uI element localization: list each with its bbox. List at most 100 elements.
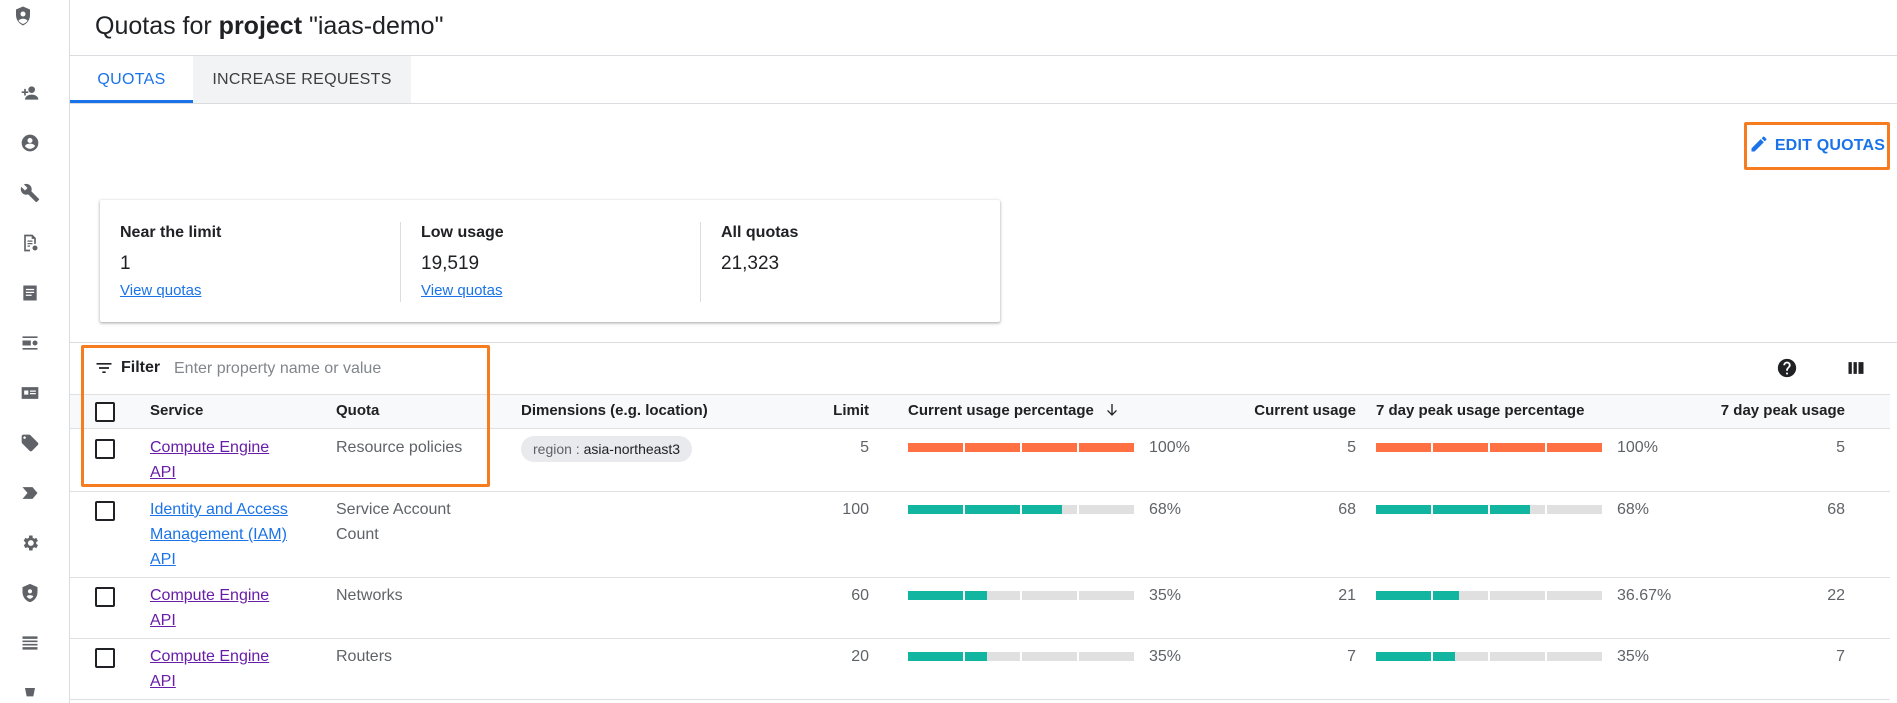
select-all-checkbox[interactable] (95, 402, 115, 422)
page-title: Quotas for project "iaas-demo" (95, 12, 443, 41)
tag-icon[interactable] (20, 433, 40, 453)
pencil-icon (1749, 134, 1769, 159)
dimension-value: asia-northeast3 (583, 441, 681, 457)
service-link[interactable]: API (150, 460, 176, 485)
col-quota[interactable]: Quota (336, 402, 379, 419)
col-dimensions[interactable]: Dimensions (e.g. location) (521, 402, 708, 419)
service-cell: Compute Engine API (150, 583, 269, 633)
peak-usage-value: 22 (1827, 587, 1845, 604)
label-arrow-icon[interactable] (20, 483, 40, 503)
column-display-icon[interactable] (1846, 358, 1866, 378)
more-icon[interactable] (20, 683, 40, 703)
table-header: Service Quota Dimensions (e.g. location)… (70, 394, 1890, 429)
tab-quotas[interactable]: QUOTAS (70, 56, 193, 103)
stat-label: Low usage (421, 224, 504, 241)
quota-name: Networks (336, 587, 403, 604)
security-shield-icon[interactable] (20, 583, 40, 603)
quota-name: Count (336, 526, 379, 543)
col-current-usage[interactable]: Current usage (1170, 402, 1356, 419)
col-limit[interactable]: Limit (770, 402, 869, 419)
peak-usage-value: 5 (1836, 439, 1845, 456)
service-link[interactable]: Management (IAM) (150, 522, 287, 547)
stat-all-quotas: All quotas 21,323 (700, 222, 998, 302)
view-quotas-link[interactable]: View quotas (421, 282, 502, 299)
row-checkbox[interactable] (95, 648, 115, 668)
service-link[interactable]: API (150, 608, 176, 633)
col-7-day-peak-usage[interactable]: 7 day peak usage (1620, 402, 1845, 419)
limit-value: 60 (851, 587, 869, 604)
peak-usage-value: 68 (1827, 501, 1845, 518)
quota-name: Service Account (336, 501, 451, 518)
quota-cell: Routers (336, 644, 392, 669)
stat-low-usage: Low usage 19,519 View quotas (400, 222, 698, 302)
table-row: Compute Engine API Resource policies region… (70, 430, 1890, 492)
left-nav-rail (0, 0, 70, 703)
stat-value: 21,323 (721, 253, 780, 274)
quota-name: Resource policies (336, 439, 463, 456)
current-usage-value: 68 (1338, 501, 1356, 518)
stat-value: 19,519 (421, 253, 480, 274)
audit-document-icon[interactable] (20, 233, 40, 253)
row-checkbox[interactable] (95, 501, 115, 521)
help-icon[interactable] (1776, 357, 1798, 379)
gear-icon[interactable] (20, 533, 40, 553)
quota-cell: Networks (336, 583, 403, 608)
limit-value: 20 (851, 648, 869, 665)
quota-summary-card: Near the limit 1 View quotas Low usage 1… (100, 200, 1000, 322)
view-quotas-link[interactable]: View quotas (120, 282, 201, 299)
limit-value: 5 (860, 439, 869, 456)
row-checkbox[interactable] (95, 587, 115, 607)
tab-increase-requests[interactable]: INCREASE REQUESTS (193, 56, 411, 103)
filter-label: Filter (121, 359, 161, 376)
table-row: Compute Engine API Networks 60 35% 21 36.67% 22 (70, 578, 1890, 639)
edit-quotas-label: EDIT QUOTAS (1774, 137, 1886, 154)
service-cell: Compute Engine API (150, 644, 269, 694)
peak-usage-bar (1376, 591, 1602, 600)
list-settings-icon[interactable] (20, 333, 40, 353)
service-cell: Identity and Access Management (IAM) API (150, 497, 288, 572)
filter-icon[interactable] (94, 358, 114, 378)
table-rows-icon[interactable] (20, 633, 40, 653)
col-current-usage-percentage-label: Current usage percentage (908, 402, 1094, 419)
stat-near-limit: Near the limit 1 View quotas (100, 222, 398, 302)
service-link[interactable]: Compute Engine (150, 583, 269, 608)
iam-shield-logo[interactable] (13, 6, 47, 46)
service-link[interactable]: Compute Engine (150, 435, 269, 460)
col-service[interactable]: Service (150, 402, 203, 419)
service-link[interactable]: Identity and Access (150, 497, 288, 522)
sort-descending-icon[interactable] (1104, 402, 1120, 418)
tab-bar: QUOTAS INCREASE REQUESTS (70, 56, 1897, 104)
dimension-key: region : (533, 441, 584, 457)
dimension-chip[interactable]: region : asia-northeast3 (521, 436, 693, 462)
current-usage-value: 5 (1347, 439, 1356, 456)
title-suffix: "iaas-demo" (302, 12, 444, 40)
wrench-icon[interactable] (20, 183, 40, 203)
filter-input[interactable] (174, 351, 524, 387)
account-circle-icon[interactable] (20, 133, 40, 153)
add-person-icon[interactable] (20, 83, 40, 103)
peak-usage-value: 7 (1836, 648, 1845, 665)
col-current-usage-percentage[interactable]: Current usage percentage (908, 402, 1120, 419)
table-row: Identity and Access Management (IAM) API Se… (70, 492, 1890, 578)
service-link[interactable]: API (150, 547, 176, 572)
service-link[interactable]: Compute Engine (150, 644, 269, 669)
current-usage-bar (908, 652, 1134, 661)
title-bold: project (218, 12, 303, 40)
current-usage-bar (908, 591, 1134, 600)
document-icon[interactable] (20, 283, 40, 303)
edit-quotas-button[interactable]: EDIT QUOTAS (1744, 122, 1890, 170)
current-usage-bar (908, 443, 1134, 452)
service-link[interactable]: API (150, 669, 176, 694)
row-checkbox[interactable] (95, 439, 115, 459)
quota-cell: Resource policies (336, 435, 462, 460)
col-7-day-peak-usage-percentage[interactable]: 7 day peak usage percentage (1376, 402, 1584, 419)
peak-usage-bar (1376, 505, 1602, 514)
id-card-icon[interactable] (20, 383, 40, 403)
limit-value: 100 (842, 501, 869, 518)
title-prefix: Quotas for (95, 12, 219, 40)
filter-bar: Filter (70, 342, 1897, 394)
stat-label: All quotas (721, 224, 799, 241)
current-usage-bar (908, 505, 1134, 514)
quota-name: Routers (336, 648, 393, 665)
stat-value: 1 (120, 253, 131, 274)
